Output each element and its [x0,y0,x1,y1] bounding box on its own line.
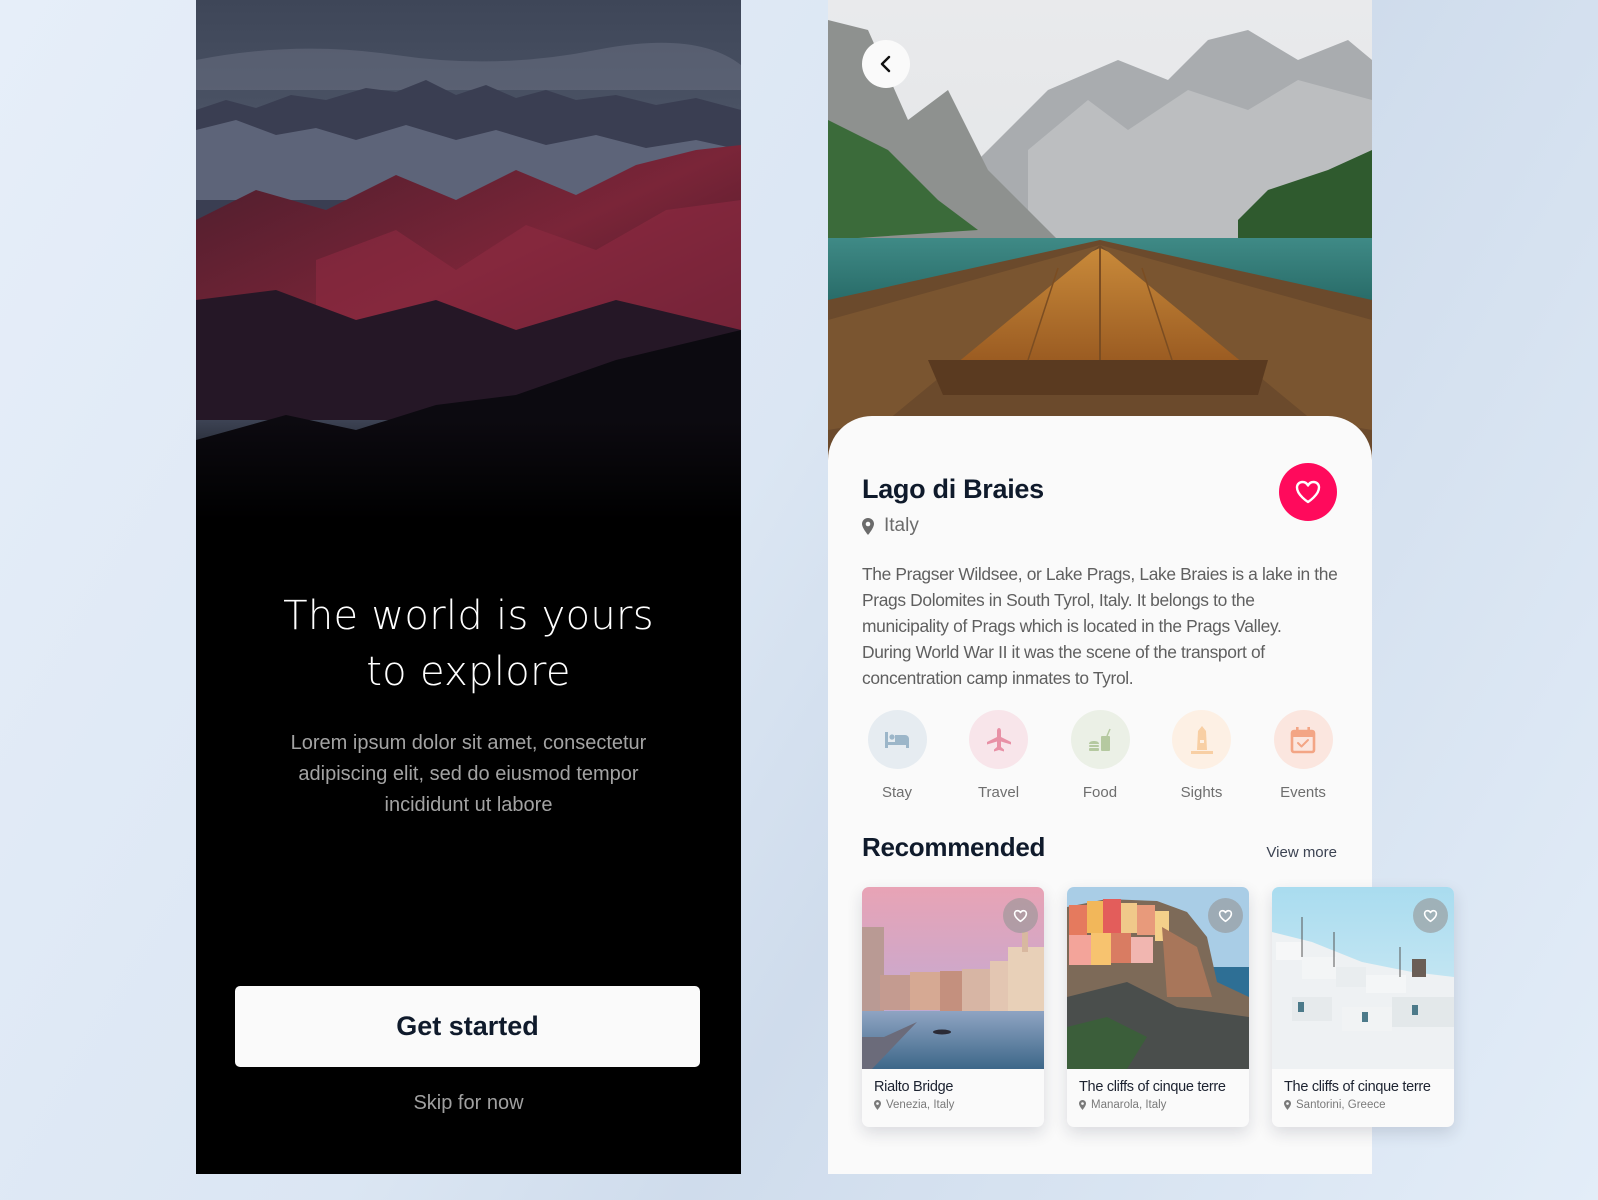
onboarding-subtitle: Lorem ipsum dolor sit amet, consectetur … [256,728,681,821]
onboarding-screen: The world is yours to explore Lorem ipsu… [196,0,741,1174]
category-icon-circle [969,710,1028,769]
place-detail-screen: Lago di Braies Italy The Pragser Wildsee… [828,0,1454,1174]
description-line: concentration camp inmates to Tyrol. [862,668,1134,688]
heart-icon [1423,909,1438,922]
recommended-heading: Recommended [862,832,1046,862]
card-favorite-button[interactable] [1413,898,1448,933]
subtitle-line: incididunt ut labore [384,794,553,816]
description-line: During World War II it was the scene of … [862,642,1265,662]
heart-icon [1218,909,1233,922]
recommended-card[interactable]: The cliffs of cinque terre Manarola, Ita… [1067,887,1249,1127]
card-title: The cliffs of cinque terre [1284,1079,1431,1095]
category-icon-circle [1172,710,1231,769]
chevron-left-icon [880,55,891,73]
monument-icon [1190,725,1213,754]
description-line: Prags Dolomites in South Tyrol, Italy. I… [862,590,1255,610]
category-sights[interactable]: Sights [1167,710,1237,801]
place-title: Lago di Braies [862,474,1044,504]
view-more-link[interactable]: View more [1266,844,1337,861]
favorite-button[interactable] [1279,463,1337,521]
detail-sheet: Lago di Braies Italy The Pragser Wildsee… [828,416,1454,1174]
food-drink-icon [1089,728,1111,751]
recommended-card[interactable]: The cliffs of cinque terre Santorini, Gr… [1272,887,1454,1127]
card-location-text: Manarola, Italy [1091,1099,1167,1111]
category-icon-circle [1273,710,1333,769]
subtitle-line: Lorem ipsum dolor sit amet, consectetur [290,732,647,754]
card-location-text: Venezia, Italy [886,1099,955,1111]
onboarding-title: The world is yours to explore [196,588,741,700]
category-events[interactable]: Events [1268,710,1338,801]
category-list: Stay Travel Food Sights Events [862,710,1338,801]
card-title: Rialto Bridge [874,1079,954,1095]
card-location: Manarola, Italy [1079,1099,1166,1111]
heart-icon [1013,909,1028,922]
location-pin-icon [1284,1100,1291,1110]
category-label: Sights [1180,784,1223,801]
airplane-icon [986,727,1011,751]
card-location: Santorini, Greece [1284,1099,1386,1111]
title-line: to explore [366,649,571,695]
description-line: The Pragser Wildsee, or Lake Prags, Lake… [862,564,1338,584]
category-label: Travel [977,784,1020,801]
mountain-hero-image [196,0,741,520]
card-favorite-button[interactable] [1208,898,1243,933]
category-stay[interactable]: Stay [862,710,932,801]
back-button[interactable] [862,40,910,88]
category-travel[interactable]: Travel [964,710,1034,801]
description-line: municipality of Prags which is located i… [862,616,1282,636]
category-label: Stay [881,784,912,801]
card-favorite-button[interactable] [1003,898,1038,933]
card-location: Venezia, Italy [874,1099,954,1111]
bed-icon [885,731,909,748]
lake-hero-image [828,0,1372,460]
skip-for-now-link[interactable]: Skip for now [196,1092,741,1115]
location-pin-icon [862,517,874,535]
recommended-list: Rialto Bridge Venezia, Italy The cliffs … [862,887,1454,1127]
location-pin-icon [1079,1100,1086,1110]
card-location-text: Santorini, Greece [1296,1099,1386,1111]
category-icon-circle [1070,710,1130,769]
subtitle-line: adipiscing elit, sed do eiusmod tempor [298,763,639,785]
heart-icon [1295,480,1321,504]
get-started-button[interactable]: Get started [235,986,700,1067]
place-description: The Pragser Wildsee, or Lake Prags, Lake… [862,561,1348,691]
location-text: Italy [884,515,919,536]
category-icon-circle [867,710,927,769]
category-label: Events [1280,784,1326,801]
title-line: The world is yours [283,593,654,639]
location-pin-icon [874,1100,881,1110]
place-location: Italy [862,515,919,537]
calendar-check-icon [1290,726,1316,753]
card-title: The cliffs of cinque terre [1079,1079,1226,1095]
category-food[interactable]: Food [1065,710,1135,801]
category-label: Food [1082,784,1118,801]
recommended-card[interactable]: Rialto Bridge Venezia, Italy [862,887,1044,1127]
